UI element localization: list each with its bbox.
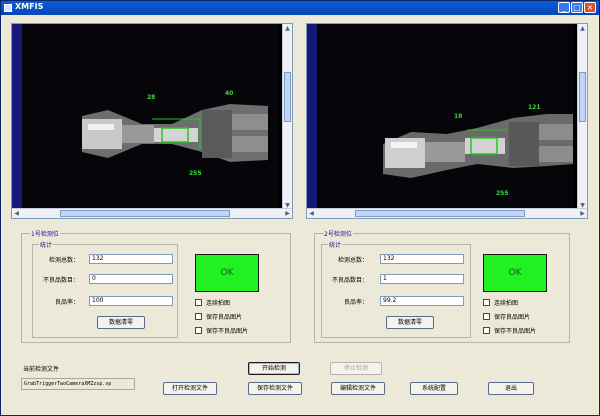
count-label: 检测总数： xyxy=(48,257,79,264)
open-file-button[interactable]: 打开检测文件 xyxy=(163,382,217,395)
count-field[interactable]: 132 xyxy=(89,254,173,264)
camera-view-2[interactable]: 18 121 255 ▲ ▼ ◀ ▶ xyxy=(306,23,588,219)
checkbox-label: 保存不良品图片 xyxy=(206,328,249,335)
camera-view-1[interactable]: 28 40 255 ▲ ▼ ◀ ▶ xyxy=(11,23,293,219)
roi-label: 255 xyxy=(496,190,509,197)
roi-label: 255 xyxy=(189,170,202,177)
camera-image-1: 28 40 255 xyxy=(22,24,278,210)
yield-label: 良品率： xyxy=(343,299,368,306)
checkbox-box[interactable] xyxy=(195,299,202,306)
checkbox-save-bad-images[interactable]: 保存不良品图片 xyxy=(483,326,536,335)
horizontal-scrollbar[interactable]: ◀ ▶ xyxy=(12,208,292,218)
yield-label: 良品率： xyxy=(54,299,79,306)
connector-image-1 xyxy=(22,24,278,210)
scroll-right-arrow[interactable]: ▶ xyxy=(283,209,292,218)
checkbox-label: 连续拍图 xyxy=(494,300,519,307)
close-button[interactable]: × xyxy=(584,2,596,13)
scroll-thumb[interactable] xyxy=(284,72,291,122)
group-title: 统计 xyxy=(328,240,343,249)
start-detection-button[interactable]: 开始检测 xyxy=(248,362,300,375)
roi-label: 28 xyxy=(147,94,156,101)
defect-label: 不良品数目： xyxy=(42,277,79,284)
scroll-right-arrow[interactable]: ▶ xyxy=(578,209,587,218)
scroll-up-arrow[interactable]: ▲ xyxy=(283,24,292,33)
system-settings-button[interactable]: 系统配置 xyxy=(410,382,458,395)
checkbox-save-good-images[interactable]: 保存良品图片 xyxy=(195,312,242,321)
roi-label: 40 xyxy=(225,90,234,97)
app-icon xyxy=(4,4,12,12)
checkbox-box[interactable] xyxy=(195,327,202,334)
yield-field[interactable]: 100 xyxy=(89,296,173,306)
stop-detection-button[interactable]: 停止检测 xyxy=(330,362,382,375)
checkbox-continuous-capture[interactable]: 连续拍图 xyxy=(483,298,518,307)
group-title: 1号检测位 xyxy=(30,229,60,238)
checkbox-box[interactable] xyxy=(483,327,490,334)
stats-group: 统计 检测总数： 132 不良品数目： 0 良品率： 100 数据清零 xyxy=(32,240,178,338)
checkbox-continuous-capture[interactable]: 连续拍图 xyxy=(195,298,230,307)
clear-data-button[interactable]: 数据清零 xyxy=(97,316,145,329)
checkbox-label: 保存不良品图片 xyxy=(494,328,537,335)
scroll-thumb[interactable] xyxy=(579,72,586,122)
image-edge xyxy=(307,24,317,210)
station-1-group: 1号检测位 统计 检测总数： 132 不良品数目： 0 良品率： 100 数据清… xyxy=(21,229,291,343)
count-field[interactable]: 132 xyxy=(380,254,464,264)
defect-label: 不良品数目： xyxy=(331,277,368,284)
checkbox-box[interactable] xyxy=(483,299,490,306)
checkbox-save-bad-images[interactable]: 保存不良品图片 xyxy=(195,326,248,335)
scroll-left-arrow[interactable]: ◀ xyxy=(12,209,21,218)
scroll-left-arrow[interactable]: ◀ xyxy=(307,209,316,218)
defect-field[interactable]: 1 xyxy=(380,274,464,284)
minimize-button[interactable]: _ xyxy=(558,2,570,13)
maximize-button[interactable]: □ xyxy=(571,2,583,13)
roi-label: 18 xyxy=(454,113,463,120)
checkbox-save-good-images[interactable]: 保存良品图片 xyxy=(483,312,530,321)
vertical-scrollbar[interactable]: ▲ ▼ xyxy=(282,24,292,210)
stats-group: 统计 检测总数： 132 不良品数目： 1 良品率： 99.2 数据清零 xyxy=(321,240,471,338)
horizontal-scrollbar[interactable]: ◀ ▶ xyxy=(307,208,587,218)
count-label: 检测总数： xyxy=(337,257,368,264)
title-bar[interactable]: XMFIS _ □ × xyxy=(1,1,599,15)
current-file-field: GrabTriggerTwoCameraXMZzsp.vp xyxy=(21,378,135,390)
current-file-label: 当前检测文件 xyxy=(23,366,60,373)
group-title: 2号检测位 xyxy=(323,229,353,238)
scroll-thumb[interactable] xyxy=(355,210,525,217)
checkbox-label: 保存良品图片 xyxy=(206,314,243,321)
station-2-group: 2号检测位 统计 检测总数： 132 不良品数目： 1 良品率： 99.2 数据… xyxy=(314,229,570,343)
yield-field[interactable]: 99.2 xyxy=(380,296,464,306)
camera-image-2: 18 121 255 xyxy=(317,24,573,210)
edit-file-button[interactable]: 编辑检测文件 xyxy=(331,382,385,395)
checkbox-box[interactable] xyxy=(483,313,490,320)
window-title: XMFIS xyxy=(15,2,44,11)
connector-image-2 xyxy=(317,24,573,210)
clear-data-button[interactable]: 数据清零 xyxy=(386,316,434,329)
checkbox-label: 保存良品图片 xyxy=(494,314,531,321)
result-indicator: OK xyxy=(195,254,259,292)
scroll-thumb[interactable] xyxy=(60,210,230,217)
app-window: XMFIS _ □ × 28 40 255 ▲ ▼ ◀ ▶ 18 121 255… xyxy=(0,0,600,416)
checkbox-box[interactable] xyxy=(195,313,202,320)
defect-field[interactable]: 0 xyxy=(89,274,173,284)
scroll-up-arrow[interactable]: ▲ xyxy=(578,24,587,33)
save-file-button[interactable]: 保存检测文件 xyxy=(248,382,302,395)
group-title: 统计 xyxy=(39,240,54,249)
vertical-scrollbar[interactable]: ▲ ▼ xyxy=(577,24,587,210)
exit-button[interactable]: 退出 xyxy=(488,382,534,395)
image-edge xyxy=(12,24,22,210)
roi-label: 121 xyxy=(528,104,541,111)
checkbox-label: 连续拍图 xyxy=(206,300,231,307)
result-indicator: OK xyxy=(483,254,547,292)
